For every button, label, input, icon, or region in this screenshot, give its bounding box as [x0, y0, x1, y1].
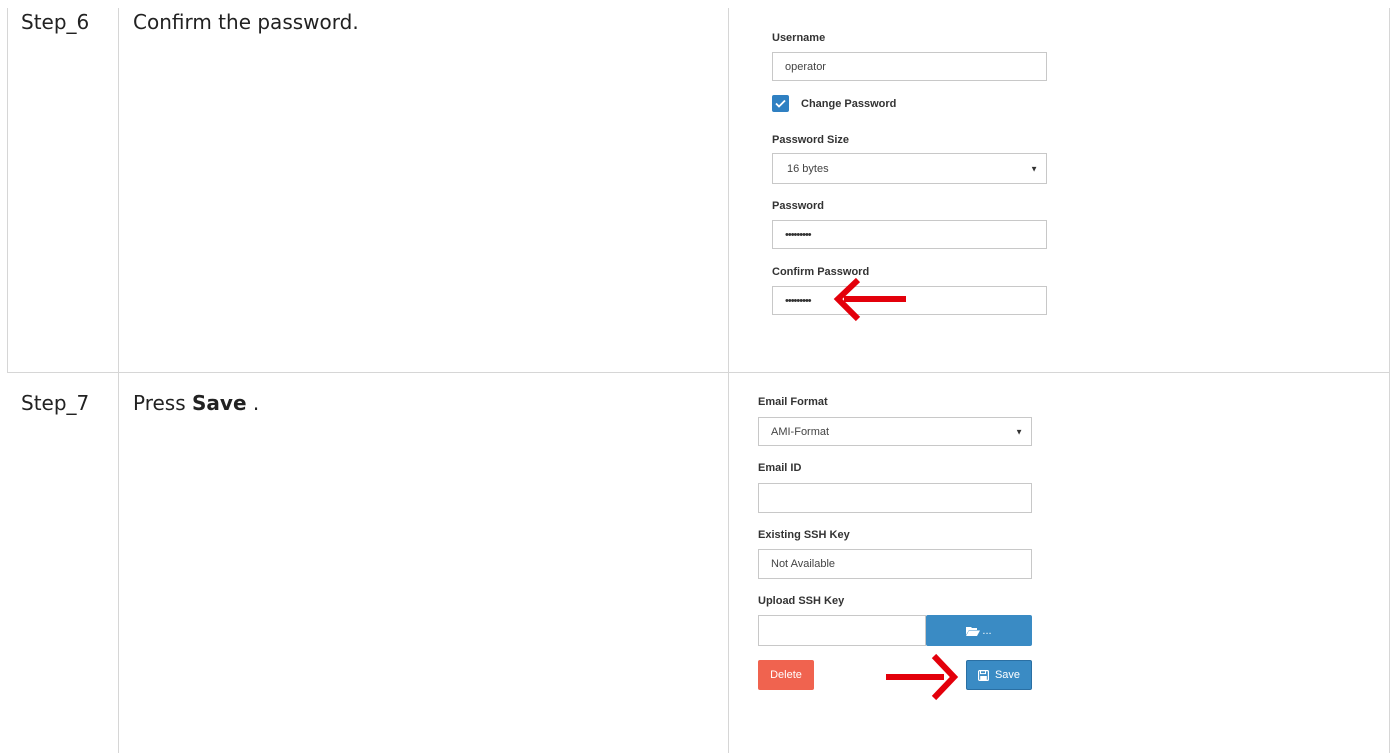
username-value: operator	[785, 60, 826, 73]
confirm-password-mask: •••••••••	[785, 294, 812, 307]
folder-open-icon	[966, 626, 981, 636]
email-format-value: AMI-Format	[771, 425, 830, 438]
step-7-save-word: Save	[192, 391, 247, 415]
browse-file-label: ...	[982, 624, 992, 637]
step-7-suffix: .	[252, 391, 260, 415]
password-size-value: 16 bytes	[787, 162, 829, 175]
step-6-label: Step_6	[21, 10, 90, 34]
table-row-divider	[7, 372, 1390, 373]
existing-ssh-key-field: Not Available	[758, 549, 1032, 579]
step-7-instruction: Press Save .	[133, 391, 259, 415]
step-7-label: Step_7	[21, 391, 90, 415]
chevron-down-icon: ▼	[1015, 427, 1023, 436]
change-password-checkbox[interactable]	[772, 95, 789, 112]
email-format-select[interactable]: AMI-Format ▼	[758, 417, 1032, 446]
floppy-disk-icon	[977, 669, 989, 681]
email-id-label: Email ID	[758, 462, 802, 474]
delete-button[interactable]: Delete	[758, 660, 814, 690]
table-divider-left	[7, 8, 8, 373]
username-input[interactable]: operator	[772, 52, 1047, 81]
change-password-label: Change Password	[801, 98, 897, 110]
upload-ssh-key-label: Upload SSH Key	[758, 595, 845, 607]
table-divider-col1	[118, 8, 119, 753]
step-7-prefix: Press	[133, 391, 186, 415]
arrow-left-icon	[833, 277, 906, 322]
table-divider-col2	[728, 8, 729, 753]
existing-ssh-key-label: Existing SSH Key	[758, 529, 850, 541]
password-size-label: Password Size	[772, 134, 850, 146]
upload-ssh-key-input[interactable]	[758, 615, 926, 646]
step-6-instruction: Confirm the password.	[133, 10, 359, 34]
browse-file-button[interactable]: ...	[926, 615, 1032, 646]
checkmark-icon	[775, 99, 786, 108]
password-mask: •••••••••	[785, 228, 812, 241]
email-id-input[interactable]	[758, 483, 1032, 513]
save-button-label: Save	[994, 669, 1021, 681]
password-size-select[interactable]: 16 bytes ▼	[772, 153, 1047, 184]
password-label: Password	[772, 200, 824, 212]
save-button[interactable]: Save	[966, 660, 1032, 690]
arrow-right-icon	[886, 653, 959, 701]
email-format-label: Email Format	[758, 396, 828, 408]
chevron-down-icon: ▼	[1030, 164, 1038, 173]
existing-ssh-key-value: Not Available	[771, 558, 836, 570]
username-label: Username	[772, 32, 826, 44]
password-input[interactable]: •••••••••	[772, 220, 1047, 249]
delete-button-label: Delete	[770, 669, 802, 681]
